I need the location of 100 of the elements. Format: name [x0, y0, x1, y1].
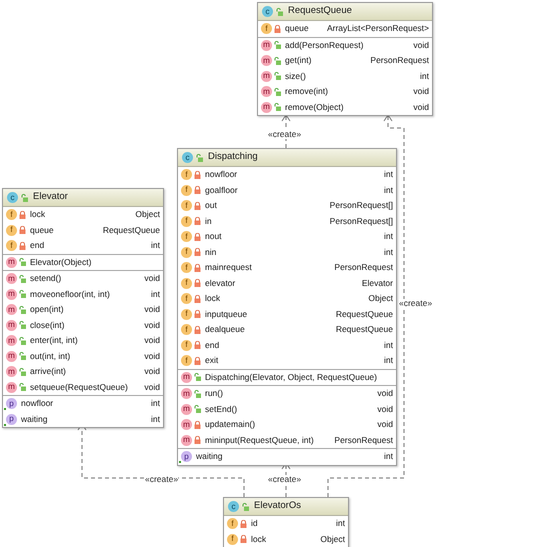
class-name: RequestQueue [288, 4, 352, 18]
member-name: out(int, int) [30, 350, 70, 363]
member-name: lock [205, 292, 220, 306]
method-badge: m [6, 256, 17, 268]
member-type: void [377, 418, 393, 432]
member-name: updatemain() [205, 418, 256, 432]
method-badge: m [6, 335, 17, 346]
method-badge: m [6, 366, 17, 378]
member-type: int [384, 168, 393, 182]
member-name: end [30, 239, 44, 252]
field-badge: f [181, 184, 192, 196]
member-type: int [384, 230, 393, 244]
class-badge: c [7, 192, 18, 203]
method-badge: m [6, 288, 17, 300]
member-name: nowfloor [21, 397, 54, 410]
member-type: int [384, 450, 393, 464]
member-type: void [413, 38, 429, 52]
field-badge: f [181, 216, 192, 227]
method-badge: m [6, 273, 17, 284]
class-name: ElevatorOs [254, 499, 301, 514]
class-badge: c [262, 6, 273, 17]
member-name: lock [30, 208, 46, 222]
member-name: remove(int) [285, 85, 328, 98]
member-name: setEnd() [205, 402, 238, 416]
member-type: PersonRequest [334, 434, 393, 447]
member-name: run() [205, 387, 223, 400]
member-name: queue [285, 22, 309, 36]
field-badge: f [181, 262, 192, 274]
member-type: int [384, 338, 393, 352]
field-badge: f [227, 534, 238, 545]
member-type: void [413, 100, 429, 114]
member-name: remove(Object) [285, 100, 344, 114]
member-name: size() [285, 70, 306, 83]
field-badge: f [6, 209, 17, 220]
method-badge: m [261, 55, 272, 66]
method-badge: m [181, 434, 192, 446]
member-type: int [151, 288, 160, 301]
member-name: elevator [205, 276, 236, 290]
member-type: Object [320, 532, 345, 546]
method-badge: m [261, 86, 272, 98]
member-type: PersonRequest [370, 54, 429, 68]
field-badge: f [6, 224, 17, 236]
member-name: setqueue(RequestQueue) [30, 380, 128, 394]
field-badge: f [181, 293, 192, 304]
member-name: Dispatching(Elevator, Object, RequestQueue) [205, 370, 377, 384]
field-badge: f [181, 200, 192, 212]
member-name: dealqueue [205, 323, 245, 336]
member-name: goalfloor [205, 184, 238, 197]
method-badge: m [6, 350, 17, 362]
member-name: mainrequest [205, 261, 252, 274]
member-type: int [151, 239, 160, 252]
field-badge: f [181, 340, 192, 351]
class-badge: c [228, 501, 239, 512]
member-type: RequestQueue [336, 308, 393, 321]
stereotype-label: «create» [399, 299, 432, 308]
member-type: Object [135, 208, 160, 222]
member-name: enter(int, int) [30, 334, 78, 348]
member-type: void [377, 402, 393, 416]
member-type: void [144, 272, 160, 286]
method-badge: m [261, 70, 272, 82]
field-badge: f [181, 169, 192, 180]
member-type: PersonRequest[] [330, 199, 393, 212]
member-name: setend() [30, 272, 62, 286]
member-type: ArrayList<PersonRequest> [326, 22, 429, 36]
member-type: int [384, 246, 393, 259]
member-name: out [205, 199, 217, 212]
member-name: id [251, 517, 258, 530]
member-type: RequestQueue [102, 224, 160, 237]
member-name: lock [251, 532, 266, 546]
member-type: void [144, 334, 160, 348]
member-type: Elevator [362, 276, 393, 290]
field-badge: f [181, 355, 192, 366]
property-badge: p [6, 398, 17, 410]
member-name: waiting [21, 412, 48, 426]
field-badge: f [181, 324, 192, 336]
member-name: inputqueue [205, 308, 248, 321]
method-badge: m [6, 304, 17, 316]
member-name: open(int) [30, 303, 64, 316]
member-type: void [144, 303, 160, 316]
field-badge: f [181, 308, 192, 320]
member-name: exit [205, 354, 218, 368]
member-type: Object [368, 292, 393, 306]
member-type: void [144, 350, 160, 363]
field-badge: f [181, 278, 192, 289]
method-badge: m [261, 40, 272, 51]
method-badge: m [6, 320, 17, 331]
member-type: int [384, 354, 393, 368]
stereotype-label: «create» [145, 475, 178, 484]
class-badge: c [182, 152, 193, 163]
member-name: add(PersonRequest) [285, 38, 364, 52]
member-type: void [144, 318, 160, 332]
method-badge: m [181, 372, 192, 383]
field-badge: f [181, 246, 192, 258]
member-type: int [384, 184, 393, 197]
member-name: in [205, 214, 212, 228]
member-type: void [413, 85, 429, 98]
member-type: void [144, 380, 160, 394]
member-type: PersonRequest [334, 261, 393, 274]
member-type: int [420, 70, 429, 83]
field-badge: f [6, 240, 17, 252]
